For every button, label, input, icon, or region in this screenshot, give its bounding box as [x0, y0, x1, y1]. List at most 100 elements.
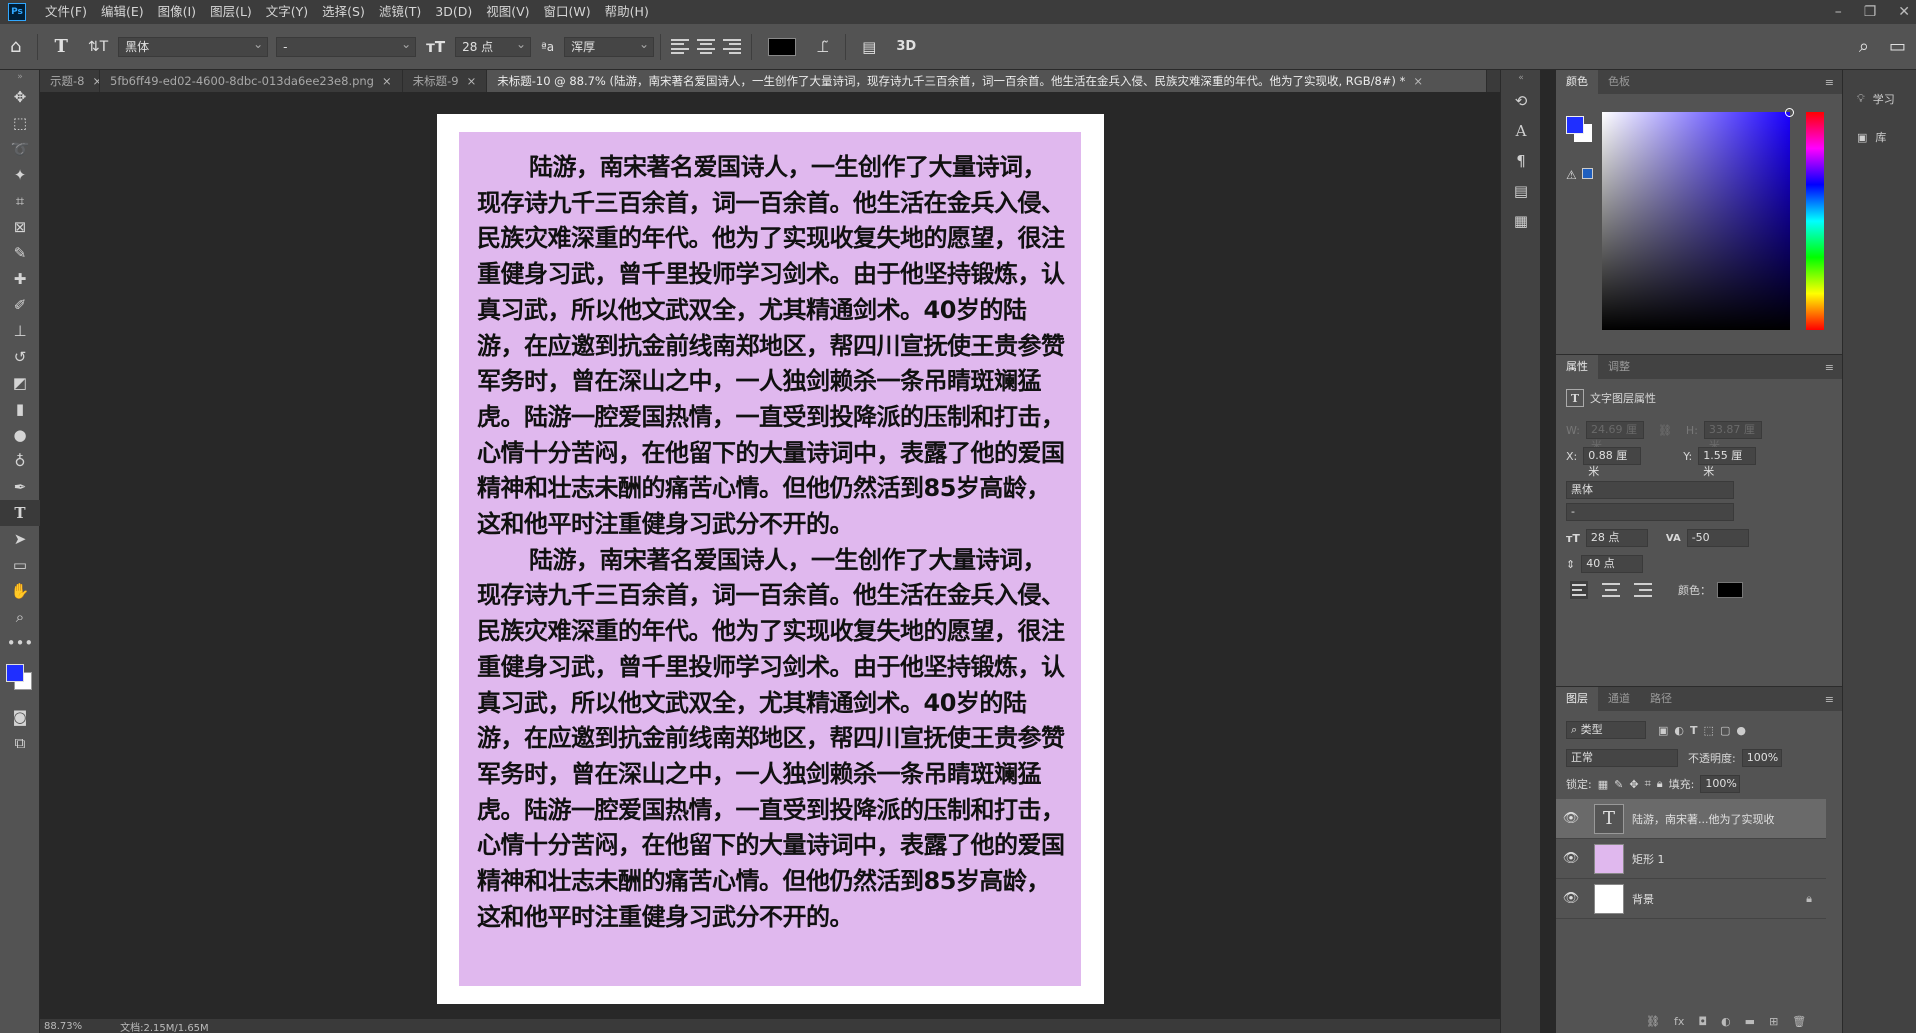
- type-tool-icon[interactable]: T: [0, 500, 40, 526]
- tab-color[interactable]: 颜色: [1556, 70, 1598, 94]
- close-icon[interactable]: ×: [1413, 74, 1423, 88]
- opacity-field[interactable]: 100%: [1741, 749, 1782, 767]
- lock-all-icon[interactable]: 🔒︎: [1657, 777, 1663, 791]
- home-icon[interactable]: ⌂: [10, 36, 21, 57]
- gradient-tool-icon[interactable]: ▮: [0, 396, 40, 422]
- close-icon[interactable]: ×: [382, 74, 392, 88]
- x-field[interactable]: 0.88 厘米: [1583, 447, 1642, 478]
- tab-paths[interactable]: 路径: [1640, 687, 1682, 711]
- paragraph-icon[interactable]: ¶: [1501, 146, 1541, 176]
- anti-alias-select[interactable]: 浑厚: [564, 35, 655, 57]
- marquee-tool-icon[interactable]: ⬚: [0, 110, 40, 136]
- filter-toggle-icon[interactable]: ●: [1736, 724, 1746, 737]
- character-icon[interactable]: A: [1501, 116, 1541, 146]
- notes-icon[interactable]: ▦: [1501, 206, 1541, 236]
- doc-tab[interactable]: 未标题-9 ×: [403, 70, 488, 92]
- filter-shape-icon[interactable]: ⬚: [1704, 724, 1714, 737]
- character-panel-icon[interactable]: ▤: [862, 38, 876, 56]
- layer-filter-select[interactable]: ⌕ 类型: [1566, 721, 1646, 739]
- eyedropper-tool-icon[interactable]: ✎: [0, 240, 40, 266]
- layer-name[interactable]: 矩形 1: [1632, 851, 1665, 867]
- text-color-swatch[interactable]: [768, 37, 797, 56]
- picker-handle[interactable]: [1785, 108, 1794, 117]
- foreground-color-swatch[interactable]: [1566, 116, 1584, 134]
- screen-mode-icon[interactable]: ⧉: [0, 730, 40, 756]
- font-size-field[interactable]: 28 点: [1585, 529, 1648, 547]
- visibility-eye-icon[interactable]: 👁︎: [1556, 891, 1586, 906]
- panel-menu-icon[interactable]: ≡: [1825, 361, 1834, 374]
- fx-icon[interactable]: fx: [1674, 1015, 1684, 1028]
- restore-icon[interactable]: ❐: [1864, 4, 1877, 20]
- visibility-eye-icon[interactable]: 👁︎: [1556, 811, 1586, 826]
- tab-properties[interactable]: 属性: [1556, 355, 1598, 379]
- pen-tool-icon[interactable]: ✒: [0, 474, 40, 500]
- new-layer-icon[interactable]: ⊞: [1769, 1015, 1778, 1028]
- text-color-swatch[interactable]: [1717, 582, 1743, 598]
- close-icon[interactable]: ✕: [1898, 4, 1910, 20]
- text-orientation-icon[interactable]: ⇅T: [88, 39, 108, 55]
- align-left-icon[interactable]: [671, 38, 690, 56]
- magic-wand-tool-icon[interactable]: ✦: [0, 162, 40, 188]
- font-family-select[interactable]: 黑体: [118, 35, 269, 57]
- layer-comps-icon[interactable]: ▤: [1501, 176, 1541, 206]
- filter-adjustment-icon[interactable]: ◐: [1674, 724, 1684, 737]
- quick-mask-icon[interactable]: ◙: [0, 704, 40, 730]
- doc-tab-active[interactable]: 未标题-10 @ 88.7% (陆游，南宋著名爱国诗人，一生创作了大量诗词，现存…: [487, 70, 1488, 92]
- layer-row[interactable]: 👁︎ T 陆游，南宋著...他为了实现收: [1556, 799, 1826, 839]
- menu-edit[interactable]: 编辑(E): [94, 0, 151, 24]
- lock-position-icon[interactable]: ✥: [1629, 778, 1638, 791]
- tab-channels[interactable]: 通道: [1598, 687, 1640, 711]
- lock-transparent-icon[interactable]: ▦: [1598, 778, 1608, 791]
- menu-image[interactable]: 图像(I): [151, 0, 203, 24]
- panel-menu-icon[interactable]: ≡: [1825, 76, 1834, 89]
- y-field[interactable]: 1.55 厘米: [1698, 447, 1757, 478]
- tracking-field[interactable]: -50: [1686, 529, 1749, 547]
- more-tools-icon[interactable]: •••: [0, 630, 40, 656]
- filter-type-icon[interactable]: T: [1690, 724, 1698, 737]
- collapse-icon[interactable]: »: [0, 70, 40, 84]
- menu-type[interactable]: 文字(Y): [259, 0, 315, 24]
- link-layers-icon[interactable]: ⛓: [1646, 1015, 1660, 1028]
- tab-swatches[interactable]: 色板: [1598, 70, 1640, 94]
- menu-view[interactable]: 视图(V): [479, 0, 536, 24]
- lock-artboard-icon[interactable]: ⌗: [1645, 777, 1651, 791]
- fill-field[interactable]: 100%: [1700, 775, 1741, 793]
- doc-size[interactable]: 文档:2.15M/1.65M: [120, 1019, 209, 1033]
- align-right-icon[interactable]: [723, 38, 742, 56]
- close-icon[interactable]: ×: [92, 74, 99, 88]
- zoom-tool-icon[interactable]: ⌕: [0, 604, 40, 630]
- tab-layers[interactable]: 图层: [1556, 687, 1598, 711]
- brush-tool-icon[interactable]: ✐: [0, 292, 40, 318]
- lock-paint-icon[interactable]: ✎: [1614, 778, 1623, 791]
- align-center-icon[interactable]: [1602, 581, 1620, 599]
- canvas-area[interactable]: 陆游，南宋著名爱国诗人，一生创作了大量诗词，现存诗九千三百余首，词一百余首。他生…: [40, 92, 1500, 1019]
- layer-name[interactable]: 背景: [1632, 891, 1654, 907]
- layer-row[interactable]: 👁︎ 背景 🔒︎: [1556, 879, 1826, 919]
- menu-select[interactable]: 选择(S): [315, 0, 372, 24]
- new-group-icon[interactable]: ▬: [1745, 1015, 1755, 1028]
- layer-name[interactable]: 陆游，南宋著...他为了实现收: [1632, 811, 1775, 827]
- workspace-icon[interactable]: ▭: [1889, 36, 1906, 57]
- collapse-icon[interactable]: «: [1501, 70, 1541, 86]
- zoom-level[interactable]: 88.73%: [44, 1021, 82, 1032]
- history-brush-tool-icon[interactable]: ↺: [0, 344, 40, 370]
- type-tool-icon[interactable]: T: [54, 36, 67, 57]
- side-tab-learn[interactable]: 💡︎ 学习: [1843, 80, 1916, 118]
- history-icon[interactable]: ⟲: [1501, 86, 1541, 116]
- 3d-icon[interactable]: 3D: [896, 39, 916, 54]
- menu-filter[interactable]: 滤镜(T): [372, 0, 428, 24]
- menu-file[interactable]: 文件(F): [38, 0, 94, 24]
- tab-adjustments[interactable]: 调整: [1598, 355, 1640, 379]
- pink-rectangle[interactable]: 陆游，南宋著名爱国诗人，一生创作了大量诗词，现存诗九千三百余首，词一百余首。他生…: [459, 132, 1081, 986]
- add-mask-icon[interactable]: ◘: [1698, 1015, 1707, 1028]
- eraser-tool-icon[interactable]: ◩: [0, 370, 40, 396]
- close-icon[interactable]: ×: [467, 74, 477, 88]
- warp-text-icon[interactable]: ⊥̃: [816, 38, 829, 56]
- filter-smart-icon[interactable]: ▢: [1720, 724, 1730, 737]
- foreground-color-swatch[interactable]: [6, 664, 24, 682]
- menu-layer[interactable]: 图层(L): [203, 0, 259, 24]
- font-style-select[interactable]: -: [276, 35, 417, 57]
- move-tool-icon[interactable]: ✥: [0, 84, 40, 110]
- adjustment-icon[interactable]: ◐: [1721, 1015, 1731, 1028]
- font-style-select[interactable]: -: [1566, 503, 1734, 521]
